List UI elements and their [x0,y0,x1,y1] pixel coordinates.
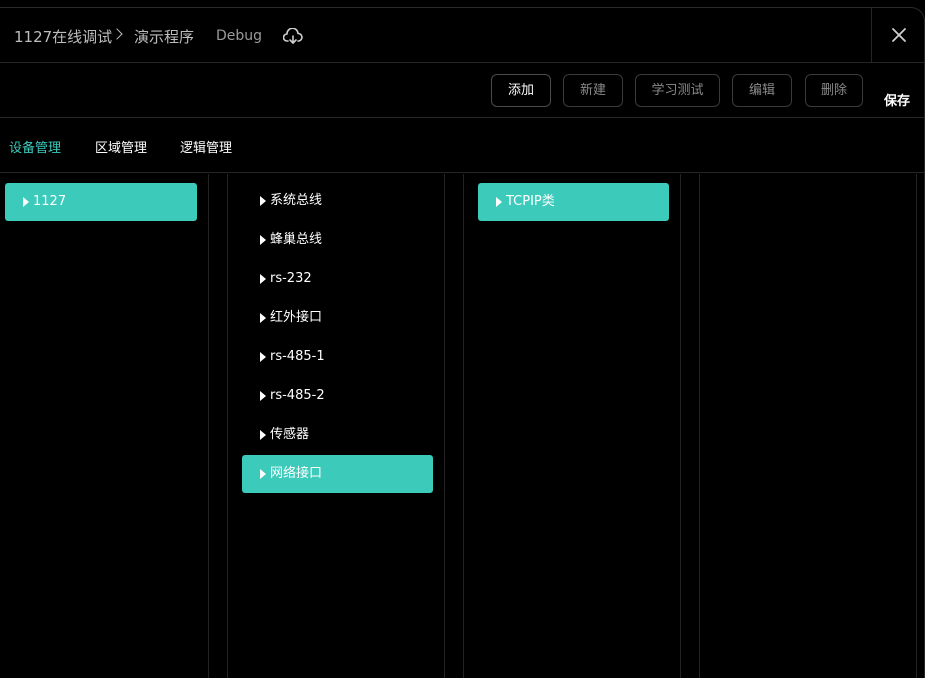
bus-item[interactable]: 蜂巢总线 [242,221,433,259]
toolbar: 添加 新建 学习测试 编辑 删除 保存 [0,63,924,118]
tab-device-management[interactable]: 设备管理 [9,137,61,156]
bus-item[interactable]: 系统总线 [242,182,433,220]
breadcrumb-program: 演示程序 [134,28,195,46]
new-button[interactable]: 新建 [563,74,623,107]
triangle-right-icon [260,313,266,323]
triangle-right-icon [260,235,266,245]
bus-label: 传感器 [270,427,310,442]
column-divider [680,174,681,678]
triangle-right-icon [496,197,502,207]
bus-item[interactable]: 红外接口 [242,299,433,337]
learn-test-button[interactable]: 学习测试 [635,74,720,107]
bus-item[interactable]: 网络接口 [242,455,433,493]
column-divider [208,174,209,678]
tab-bar: 设备管理 区域管理 逻辑管理 [0,118,924,173]
bus-item[interactable]: 传感器 [242,416,433,454]
triangle-right-icon [260,352,266,362]
triangle-right-icon [260,274,266,284]
tab-area-management[interactable]: 区域管理 [95,137,147,156]
bus-label: 网络接口 [270,466,323,481]
tree-columns: 1127 系统总线 蜂巢总线 rs-232 红外接口 rs-485-1 rs-4… [0,174,924,678]
column-divider [699,174,700,678]
add-button[interactable]: 添加 [491,74,551,107]
bus-label: rs-232 [270,271,312,286]
device-item[interactable]: 1127 [5,183,197,221]
edit-button[interactable]: 编辑 [732,74,792,107]
bus-label: rs-485-2 [270,388,325,403]
column-divider [444,174,445,678]
column-divider [463,174,464,678]
bus-item[interactable]: rs-485-2 [242,377,433,415]
close-icon[interactable] [890,26,908,44]
triangle-right-icon [260,469,266,479]
delete-button[interactable]: 删除 [805,74,863,107]
type-item[interactable]: TCPIP类 [478,183,669,221]
triangle-right-icon [260,196,266,206]
save-button[interactable]: 保存 [884,90,910,109]
main-window: 1127在线调试 演示程序 Debug 添加 新建 学习测试 编辑 删除 保存 … [0,7,925,678]
device-label: 1127 [33,194,67,209]
breadcrumb-project[interactable]: 1127在线调试 [14,26,112,47]
bus-item[interactable]: rs-232 [242,260,433,298]
bus-label: 红外接口 [270,310,323,325]
chevron-right-icon [111,28,123,40]
triangle-right-icon [23,197,29,207]
triangle-right-icon [260,391,266,401]
mode-label: Debug [216,28,263,44]
bus-label: rs-485-1 [270,349,325,364]
bus-item[interactable]: rs-485-1 [242,338,433,376]
bus-label: 系统总线 [270,193,323,208]
type-label: TCPIP类 [506,194,555,209]
cloud-sync-icon[interactable] [283,28,303,46]
column-divider [916,174,917,678]
bus-label: 蜂巢总线 [270,232,323,247]
triangle-right-icon [260,430,266,440]
title-bar: 1127在线调试 演示程序 Debug [0,8,924,63]
column-divider [227,174,228,678]
tab-logic-management[interactable]: 逻辑管理 [180,137,232,156]
close-button[interactable] [871,8,924,63]
